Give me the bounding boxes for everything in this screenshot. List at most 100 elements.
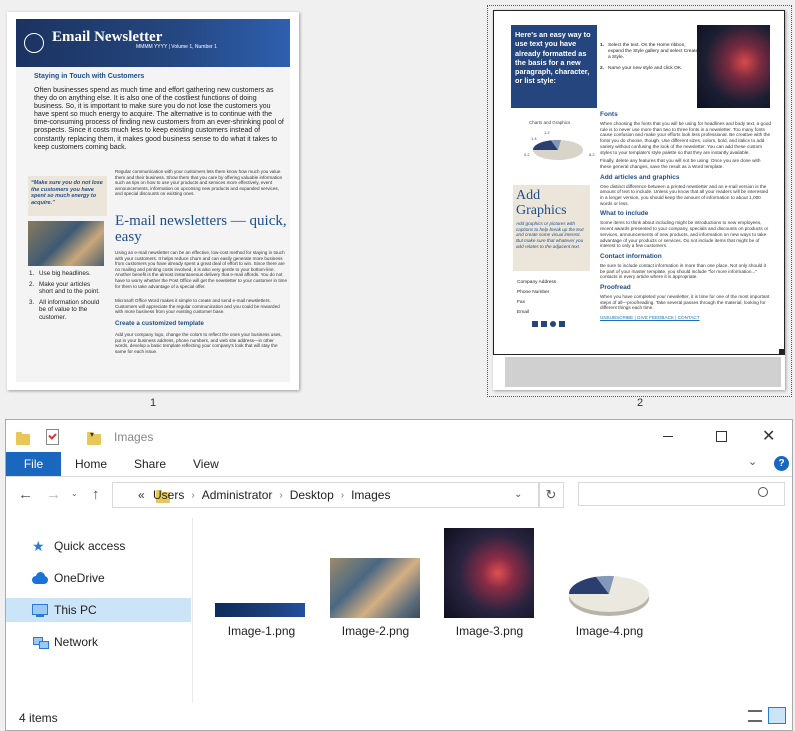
- page-1-number: 1: [149, 397, 157, 409]
- pie-chart: [532, 139, 583, 160]
- style-tip-heading: Here's an easy way to use text you have …: [515, 30, 591, 86]
- refresh-button[interactable]: ↻: [538, 482, 564, 508]
- chart-label: 1.4: [531, 136, 537, 141]
- column-text-2: Using an e-mail newsletter can be an eff…: [115, 250, 288, 289]
- file-image-4[interactable]: Image-4.png: [562, 538, 657, 642]
- image-3-thumbnail: [444, 528, 534, 618]
- minimize-button[interactable]: [663, 436, 673, 437]
- company-address: Company Address: [517, 280, 557, 285]
- list-item: 2. Name your new style and click OK.: [600, 66, 683, 72]
- fax: Fax: [517, 300, 525, 305]
- nav-quick-access[interactable]: ★ Quick access: [6, 534, 191, 558]
- twitter-icon: [541, 321, 547, 327]
- ribbon-tabs: [6, 452, 792, 477]
- chart-label: 0.2: [524, 152, 530, 157]
- window-title: Images: [114, 430, 154, 444]
- right-column: Fonts When choosing the fonts that you w…: [600, 111, 772, 320]
- pinterest-icon: [550, 321, 556, 327]
- template-heading: Create a customized template: [115, 320, 204, 327]
- chart-label: 8.2: [589, 152, 595, 157]
- proofread-heading: Proofread: [600, 284, 631, 292]
- page-2-gray-footer: [505, 357, 781, 387]
- cloud-icon: [32, 571, 48, 585]
- address-dropdown-icon[interactable]: ⌄: [514, 489, 522, 500]
- footer-links[interactable]: UNSUBSCRIBE | GIVE FEEDBACK | CONTACT: [600, 315, 772, 320]
- fonts-text-2: Finally, delete any features that you wi…: [600, 158, 761, 169]
- chart-title: Charts and Graphics: [529, 120, 571, 125]
- image-1-thumbnail: [215, 603, 305, 617]
- search-icon[interactable]: [758, 487, 768, 497]
- fonts-text: When choosing the fonts that you will be…: [600, 121, 771, 155]
- forward-arrow-icon[interactable]: →: [46, 486, 61, 503]
- contact-text: Be sure to include contact information i…: [600, 262, 766, 280]
- file-name: Image-1.png: [227, 624, 296, 638]
- pull-quote: “Make sure you do not lose the customers…: [31, 180, 103, 206]
- maximize-button[interactable]: [716, 431, 727, 442]
- image-2-thumbnail: [330, 558, 420, 618]
- phone-number: Phone Number: [517, 290, 550, 295]
- image-4-thumbnail: [568, 575, 649, 616]
- nav-network[interactable]: Network: [6, 630, 191, 654]
- back-arrow-icon[interactable]: ←: [18, 486, 33, 503]
- proofread-text: When you have completed your newsletter,…: [600, 294, 770, 311]
- include-heading: What to include: [600, 210, 649, 218]
- page-1-thumbnail[interactable]: Email Newsletter MMMM YYYY | Volume 1, N…: [7, 12, 299, 390]
- list-item: 1. Use big headlines.: [29, 270, 91, 277]
- file-name: Image-2.png: [341, 624, 410, 638]
- include-text: Some items to think about including migh…: [600, 220, 769, 249]
- breadcrumb-administrator[interactable]: Administrator: [202, 488, 273, 502]
- add-graphics-text: Add graphics or pictures with captions t…: [516, 221, 584, 249]
- column-text-4: Add your company logo, change the colors…: [115, 332, 282, 354]
- facebook-icon: [559, 321, 565, 327]
- breadcrumb: Users › Administrator › Desktop › Images: [153, 488, 390, 502]
- contact-block: Company Address Phone Number Fax Email: [517, 278, 556, 318]
- file-image-3[interactable]: Image-3.png: [442, 528, 537, 642]
- breadcrumb-separator-icon: ›: [279, 489, 283, 501]
- column-text-1: Regular communication with your customer…: [115, 169, 283, 197]
- articles-heading: Add articles and graphics: [600, 173, 680, 181]
- recent-locations-icon[interactable]: ⌄: [71, 489, 78, 498]
- breadcrumb-users[interactable]: Users: [153, 488, 184, 502]
- help-icon[interactable]: ?: [774, 456, 789, 471]
- file-name: Image-4.png: [575, 624, 644, 638]
- file-image-1[interactable]: Image-1.png: [214, 538, 309, 642]
- warehouse-photo: [28, 221, 104, 266]
- resize-handle[interactable]: [779, 349, 784, 354]
- file-image-2[interactable]: Image-2.png: [328, 538, 423, 642]
- list-item: 2. Make your articles short and to the po…: [29, 280, 100, 296]
- breadcrumb-desktop[interactable]: Desktop: [290, 488, 334, 502]
- path-overflow[interactable]: «: [138, 488, 145, 502]
- folder-icon: [16, 432, 30, 445]
- big-heading: E-mail newsletters — quick, easy: [115, 213, 287, 245]
- tab-share[interactable]: Share: [134, 457, 166, 471]
- mail-icon: [24, 33, 44, 53]
- nav-pane-divider: [192, 518, 193, 703]
- articles-text: One distinct difference between a printe…: [600, 183, 769, 206]
- up-arrow-icon[interactable]: ↑: [92, 486, 100, 503]
- tab-file[interactable]: File: [6, 452, 61, 476]
- email: Email: [517, 310, 529, 315]
- tab-view[interactable]: View: [193, 457, 219, 471]
- search-input[interactable]: [578, 482, 785, 506]
- large-icons-view-icon[interactable]: [768, 707, 786, 724]
- fonts-heading: Fonts: [600, 111, 618, 118]
- page-2-thumbnail[interactable]: Here's an easy way to use text you have …: [493, 10, 785, 390]
- breadcrumb-images[interactable]: Images: [351, 488, 390, 502]
- intro-text: Often businesses spend as much time and …: [34, 87, 284, 151]
- status-item-count: 4 items: [19, 711, 58, 725]
- chart-label: 1.2: [544, 130, 550, 135]
- intro-heading: Staying in Touch with Customers: [34, 73, 145, 80]
- tab-home[interactable]: Home: [75, 457, 107, 471]
- chevron-down-icon[interactable]: ▾: [90, 430, 94, 439]
- breadcrumb-separator-icon: ›: [340, 489, 345, 501]
- nav-onedrive[interactable]: OneDrive: [6, 566, 191, 590]
- linkedin-icon: [532, 321, 538, 327]
- close-button[interactable]: ✕: [762, 426, 775, 446]
- style-steps: 1. Select the text. On the Home ribbon, e…: [600, 43, 700, 72]
- contact-heading: Contact information: [600, 252, 662, 260]
- details-view-icon[interactable]: [748, 710, 762, 722]
- social-icons: [532, 321, 565, 327]
- nav-this-pc[interactable]: This PC: [6, 598, 191, 622]
- list-item: 1. Select the text. On the Home ribbon, e…: [600, 43, 699, 60]
- expand-ribbon-icon[interactable]: ⌄: [748, 455, 757, 468]
